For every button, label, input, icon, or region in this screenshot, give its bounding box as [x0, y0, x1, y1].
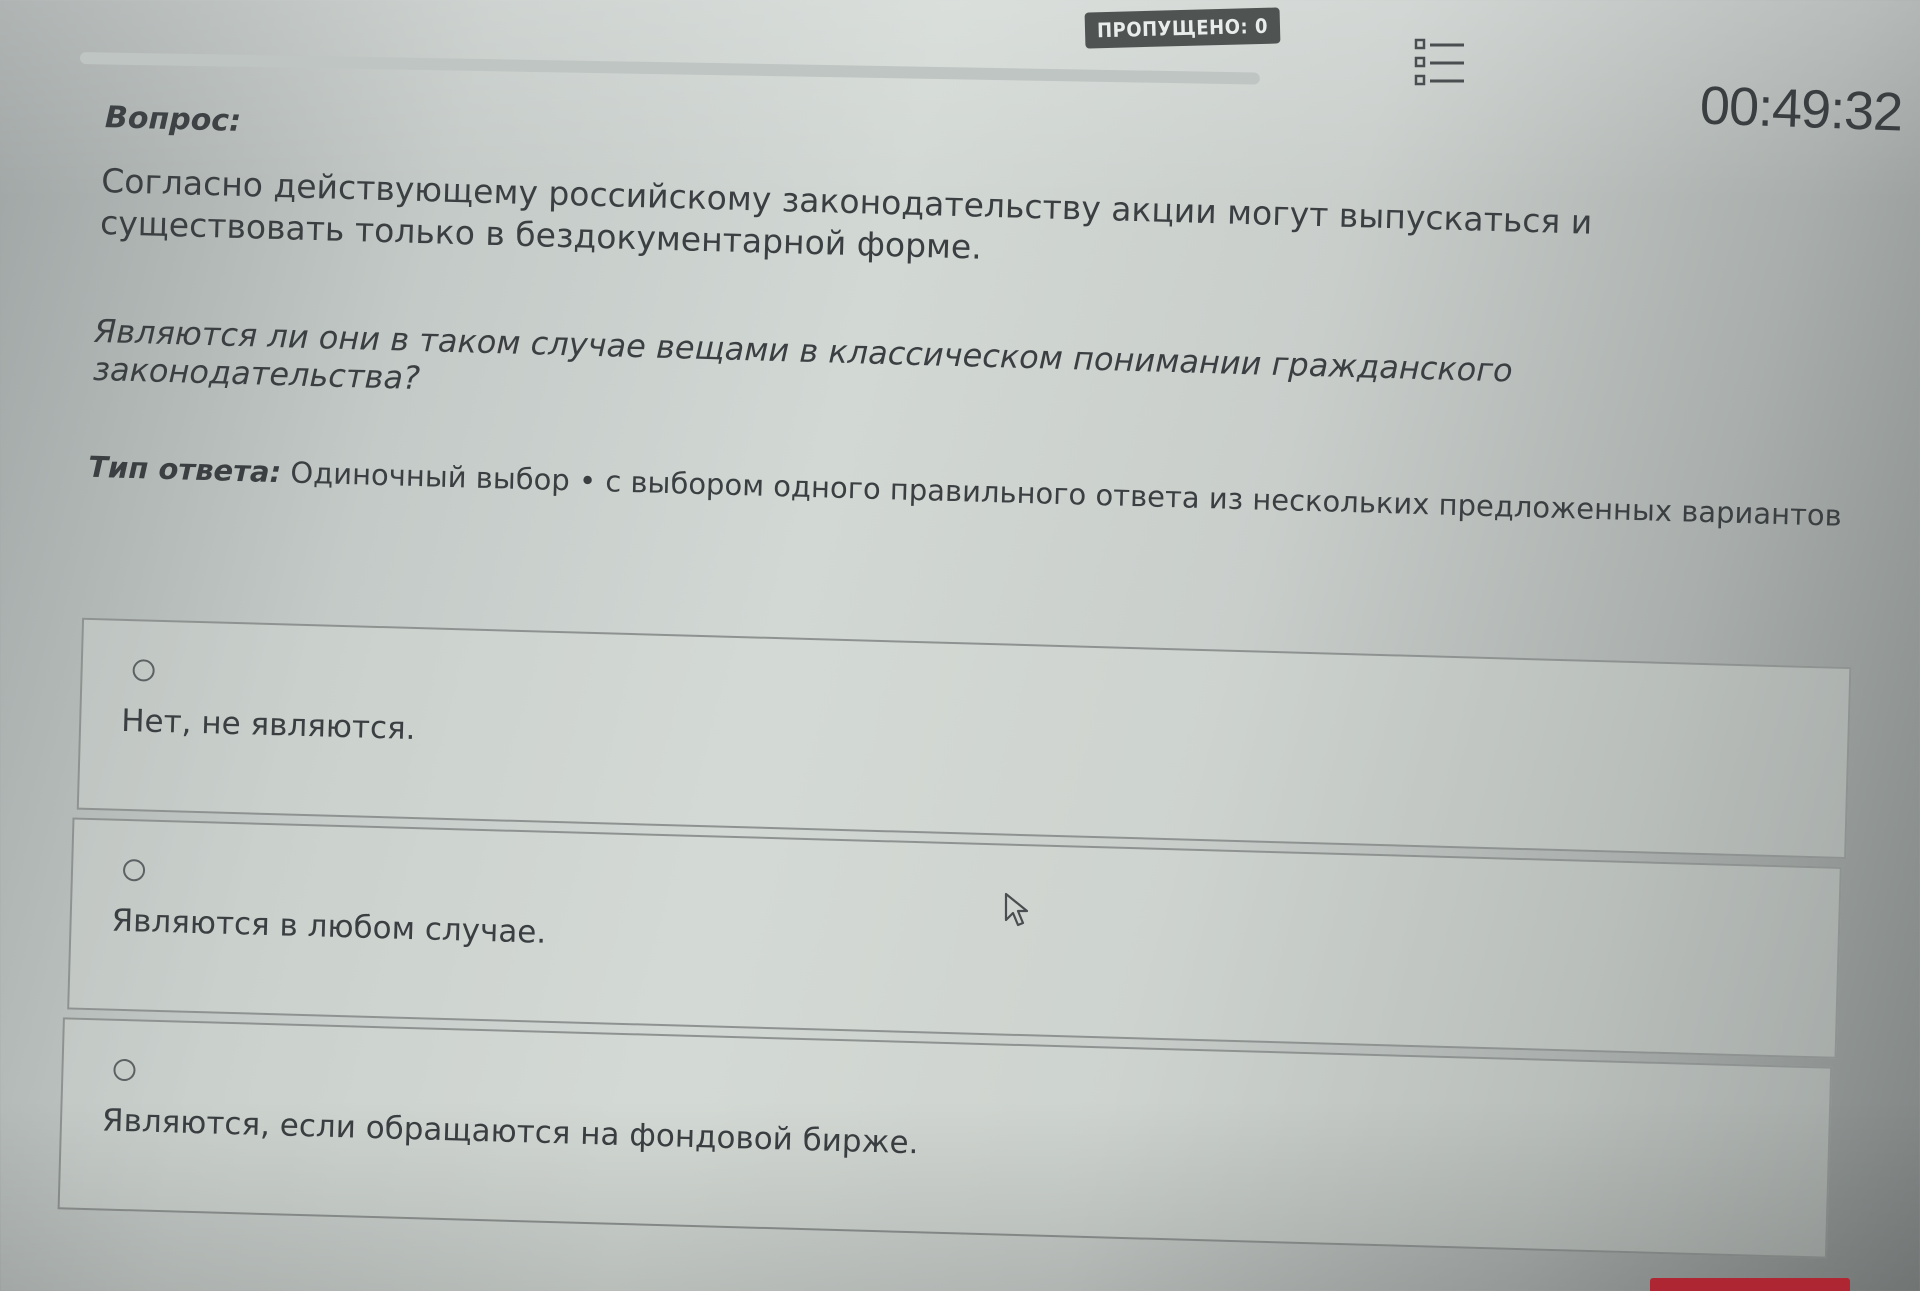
answer-option-1[interactable]: Нет, не являются.	[76, 617, 1852, 860]
answer-type-label: Тип ответа:	[87, 449, 282, 490]
answer-option-2[interactable]: Являются в любом случае.	[67, 817, 1842, 1059]
next-button[interactable]	[1650, 1278, 1850, 1291]
radio-button[interactable]	[122, 858, 146, 882]
answer-option-label: Являются, если обращаются на фондовой би…	[101, 1102, 919, 1162]
question-subtext: Являются ли они в таком случае вещами в …	[92, 311, 1514, 398]
answer-option-3[interactable]: Являются, если обращаются на фондовой би…	[57, 1017, 1833, 1259]
mouse-pointer-icon	[1004, 892, 1030, 928]
radio-button[interactable]	[113, 1058, 136, 1082]
answer-type: Тип ответа: Одиночный выбор • с выбором …	[87, 449, 1842, 533]
answer-option-label: Являются в любом случае.	[111, 902, 547, 951]
question-label: Вопрос:	[104, 100, 242, 139]
question-text: Согласно действующему российскому законо…	[99, 161, 1593, 267]
answer-type-value: Одиночный выбор • с выбором одного прави…	[289, 455, 1843, 533]
radio-button[interactable]	[132, 659, 155, 682]
question-panel: Вопрос: Согласно действующему российском…	[0, 0, 1920, 1291]
answer-option-label: Нет, не являются.	[120, 702, 417, 748]
